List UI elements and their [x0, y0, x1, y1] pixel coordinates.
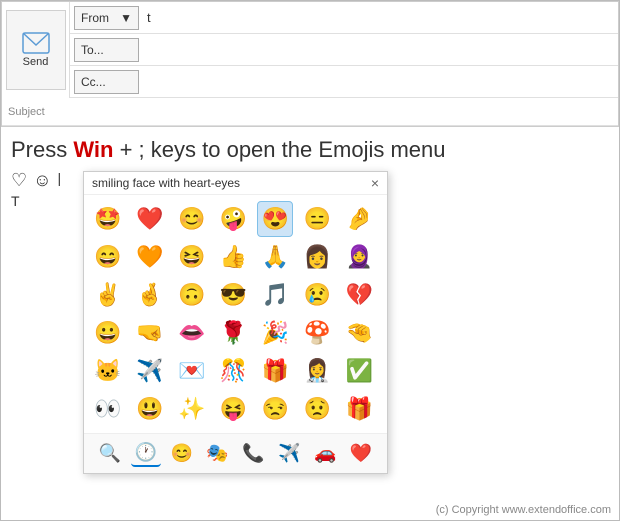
emoji-picker-title: smiling face with heart-eyes	[92, 176, 240, 190]
footer-icon[interactable]: 🚗	[310, 441, 340, 466]
footer-icon[interactable]: ✈️	[274, 441, 304, 466]
footer-icon[interactable]: 🕐	[131, 440, 161, 467]
emoji-picker-footer: 🔍🕐😊🎭📞✈️🚗❤️	[84, 433, 387, 473]
emoji-cell[interactable]: 🧡	[132, 239, 168, 275]
emoji-cell[interactable]: 😟	[299, 391, 335, 427]
emoji-cell[interactable]: 🎵	[257, 277, 293, 313]
emoji-cell[interactable]: 💌	[174, 353, 210, 389]
emoji-cell[interactable]: 🤞	[132, 277, 168, 313]
emoji-cell[interactable]: 💔	[341, 277, 377, 313]
send-label: Send	[23, 56, 49, 68]
emoji-cell[interactable]: 😒	[257, 391, 293, 427]
emoji-cell[interactable]: 😆	[174, 239, 210, 275]
emoji-cell[interactable]: 🍄	[299, 315, 335, 351]
emoji-cell[interactable]: 🙃	[174, 277, 210, 313]
emoji-cell[interactable]: 🧕	[341, 239, 377, 275]
emoji-cell[interactable]: 🐱	[90, 353, 126, 389]
emoji-cell[interactable]: 🎊	[216, 353, 252, 389]
footer-icon[interactable]: ❤️	[346, 441, 376, 466]
send-button[interactable]: Send	[6, 10, 66, 90]
emoji-cell[interactable]: 😊	[174, 201, 210, 237]
instruction-text: Press Win + ; keys to open the Emojis me…	[11, 135, 609, 166]
emoji-cell[interactable]: 🙏	[257, 239, 293, 275]
emoji-grid: 🤩❤️😊🤪😍😑🤌😄🧡😆👍🙏👩🧕✌️🤞🙃😎🎵😢💔😀🤜👄🌹🎉🍄🤏🐱✈️💌🎊🎁👩‍⚕️…	[84, 195, 387, 433]
emoji-cell[interactable]: 😀	[90, 315, 126, 351]
to-label: To...	[81, 43, 104, 57]
footer-icon[interactable]: 🔍	[95, 441, 125, 466]
emoji-cell[interactable]: 👩‍⚕️	[299, 353, 335, 389]
heart-icon[interactable]: ♡	[11, 170, 27, 191]
emoji-cell[interactable]: 😍	[257, 201, 293, 237]
emoji-cell[interactable]: 😎	[216, 277, 252, 313]
emoji-cell[interactable]: ✈️	[132, 353, 168, 389]
cc-button[interactable]: Cc...	[74, 70, 139, 94]
emoji-cell[interactable]: ✌️	[90, 277, 126, 313]
emoji-cell[interactable]: 👍	[216, 239, 252, 275]
emoji-cell[interactable]: ✨	[174, 391, 210, 427]
emoji-cell[interactable]: 🤩	[90, 201, 126, 237]
emoji-close-button[interactable]: ×	[371, 176, 379, 190]
emoji-cell[interactable]: 😃	[132, 391, 168, 427]
cc-input[interactable]	[143, 74, 618, 89]
win-key: Win	[73, 137, 113, 162]
cursor: |	[58, 170, 62, 191]
cc-label: Cc...	[81, 75, 106, 89]
emoji-cell[interactable]: ✅	[341, 353, 377, 389]
footer-icon[interactable]: 😊	[166, 441, 196, 466]
emoji-cell[interactable]: 🤏	[341, 315, 377, 351]
emoji-cell[interactable]: 🤜	[132, 315, 168, 351]
emoji-picker: smiling face with heart-eyes × 🤩❤️😊🤪😍😑🤌😄…	[83, 171, 388, 474]
emoji-cell[interactable]: 😑	[299, 201, 335, 237]
footer-icon[interactable]: 📞	[238, 441, 268, 466]
emoji-cell[interactable]: 🎁	[257, 353, 293, 389]
emoji-cell[interactable]: 😢	[299, 277, 335, 313]
emoji-cell[interactable]: 😝	[216, 391, 252, 427]
emoji-cell[interactable]: 🌹	[216, 315, 252, 351]
from-input[interactable]	[143, 10, 618, 25]
emoji-cell[interactable]: 🎁	[341, 391, 377, 427]
emoji-cell[interactable]: 👄	[174, 315, 210, 351]
emoji-cell[interactable]: 🎉	[257, 315, 293, 351]
subject-label: Subject	[8, 106, 45, 118]
emoji-cell[interactable]: 😄	[90, 239, 126, 275]
to-button[interactable]: To...	[74, 38, 139, 62]
emoji-cell[interactable]: 🤌	[341, 201, 377, 237]
copyright-text: (c) Copyright www.extendoffice.com	[436, 504, 611, 516]
to-input[interactable]	[143, 42, 618, 57]
emoji-cell[interactable]: 👩	[299, 239, 335, 275]
from-dropdown-icon: ▼	[120, 11, 132, 25]
subject-input[interactable]	[51, 104, 618, 119]
footer-icon[interactable]: 🎭	[202, 441, 232, 466]
send-icon	[22, 32, 50, 54]
from-button[interactable]: From ▼	[74, 6, 139, 30]
emoji-cell[interactable]: 👀	[90, 391, 126, 427]
from-label: From	[81, 11, 109, 25]
emoji-cell[interactable]: ❤️	[132, 201, 168, 237]
emoji-icon[interactable]: ☺	[33, 170, 51, 191]
emoji-cell[interactable]: 🤪	[216, 201, 252, 237]
